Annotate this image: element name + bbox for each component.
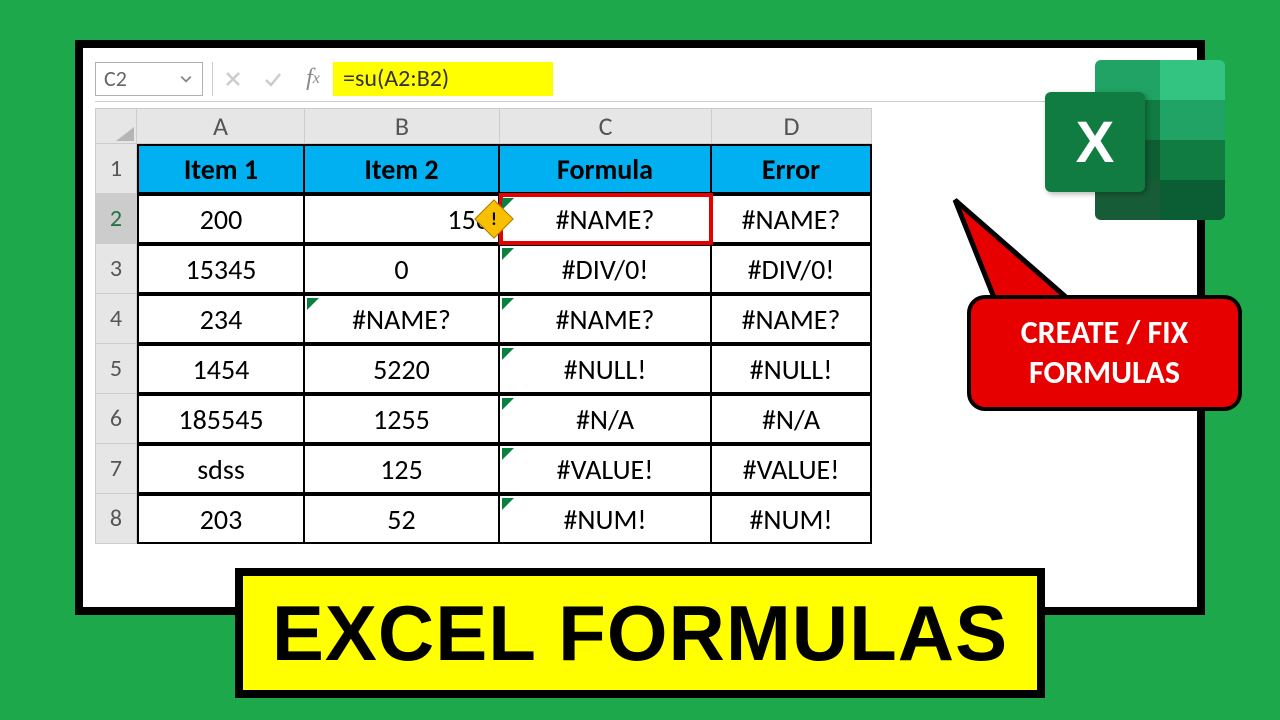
row-header-5[interactable]: 5 — [95, 344, 137, 394]
cell-A5[interactable]: 1454 — [137, 344, 305, 394]
cell-D1[interactable]: Error — [712, 144, 872, 194]
cell-B1[interactable]: Item 2 — [305, 144, 500, 194]
cell-D6[interactable]: #N/A — [712, 394, 872, 444]
row-header-8[interactable]: 8 — [95, 494, 137, 544]
cell-C5[interactable]: #NULL! — [500, 344, 712, 394]
title-banner: EXCEL FORMULAS — [235, 568, 1045, 698]
cell-C2[interactable]: ! #NAME? — [500, 194, 712, 244]
cell-D7[interactable]: #VALUE! — [712, 444, 872, 494]
cell-A6[interactable]: 185545 — [137, 394, 305, 444]
cell-B6[interactable]: 1255 — [305, 394, 500, 444]
cell-A1[interactable]: Item 1 — [137, 144, 305, 194]
cell-C8[interactable]: #NUM! — [500, 494, 712, 544]
cell-C1[interactable]: Formula — [500, 144, 712, 194]
cell-D3[interactable]: #DIV/0! — [712, 244, 872, 294]
row-header-3[interactable]: 3 — [95, 244, 137, 294]
cell-B3[interactable]: 0 — [305, 244, 500, 294]
formula-bar: C2 fx =su(A2:B2) — [95, 56, 1185, 102]
formula-bar-input[interactable]: =su(A2:B2) — [333, 62, 553, 96]
row-header-2[interactable]: 2 — [95, 194, 137, 244]
cell-B2[interactable]: 156 — [305, 194, 500, 244]
row-header-7[interactable]: 7 — [95, 444, 137, 494]
chevron-down-icon[interactable] — [176, 69, 196, 89]
cell-A4[interactable]: 234 — [137, 294, 305, 344]
excel-logo-letter: X — [1076, 109, 1115, 176]
name-box[interactable]: C2 — [95, 62, 203, 96]
callout-bubble: CREATE / FIX FORMULAS — [967, 295, 1242, 411]
select-all-corner[interactable] — [95, 108, 137, 144]
column-header-A[interactable]: A — [137, 108, 305, 144]
callout-box: CREATE / FIX FORMULAS — [967, 295, 1242, 411]
cell-A8[interactable]: 203 — [137, 494, 305, 544]
column-header-D[interactable]: D — [712, 108, 872, 144]
cell-C6[interactable]: #N/A — [500, 394, 712, 444]
callout-line2: FORMULAS — [989, 353, 1220, 393]
cell-D5[interactable]: #NULL! — [712, 344, 872, 394]
cell-D2[interactable]: #NAME? — [712, 194, 872, 244]
banner-text: EXCEL FORMULAS — [272, 588, 1008, 679]
table-row: 7 sdss 125 #VALUE! #VALUE! — [95, 444, 1185, 494]
cell-B5[interactable]: 5220 — [305, 344, 500, 394]
cell-C7[interactable]: #VALUE! — [500, 444, 712, 494]
formula-text: =su(A2:B2) — [343, 64, 449, 93]
column-header-B[interactable]: B — [305, 108, 500, 144]
cell-value: #NAME? — [556, 202, 655, 237]
column-headers: A B C D — [95, 108, 1185, 144]
callout-line1: CREATE / FIX — [989, 313, 1220, 353]
row-header-1[interactable]: 1 — [95, 144, 137, 194]
row-header-6[interactable]: 6 — [95, 394, 137, 444]
cell-D4[interactable]: #NAME? — [712, 294, 872, 344]
cell-B7[interactable]: 125 — [305, 444, 500, 494]
cell-A7[interactable]: sdss — [137, 444, 305, 494]
cell-A3[interactable]: 15345 — [137, 244, 305, 294]
name-box-value: C2 — [104, 65, 127, 92]
cell-D8[interactable]: #NUM! — [712, 494, 872, 544]
row-header-4[interactable]: 4 — [95, 294, 137, 344]
cell-B8[interactable]: 52 — [305, 494, 500, 544]
cell-A2[interactable]: 200 — [137, 194, 305, 244]
table-row: 8 203 52 #NUM! #NUM! — [95, 494, 1185, 544]
cell-C3[interactable]: #DIV/0! — [500, 244, 712, 294]
cell-B4[interactable]: #NAME? — [305, 294, 500, 344]
insert-function-icon[interactable]: fx — [293, 65, 333, 92]
cancel-icon[interactable] — [213, 62, 253, 96]
table-row: 1 Item 1 Item 2 Formula Error — [95, 144, 1185, 194]
enter-icon[interactable] — [253, 62, 293, 96]
cell-C4[interactable]: #NAME? — [500, 294, 712, 344]
column-header-C[interactable]: C — [500, 108, 712, 144]
divider — [203, 62, 213, 96]
